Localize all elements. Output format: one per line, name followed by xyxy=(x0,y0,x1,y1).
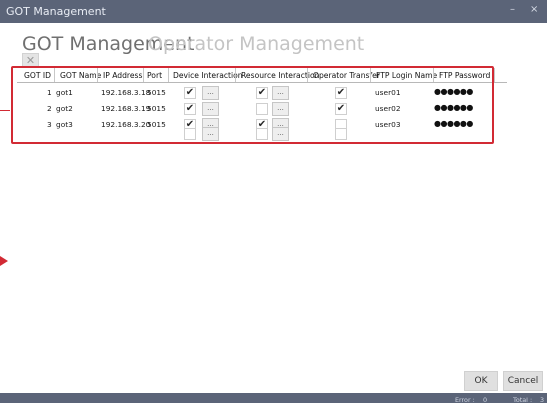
ftp-password-cell[interactable]: ●●●●●● xyxy=(434,103,473,112)
table-row[interactable]: 2 got2 192.168.3.19 5015 ✔ ... ... ✔ use… xyxy=(17,100,507,116)
column-divider xyxy=(307,68,308,82)
table-row[interactable]: 1 got1 192.168.3.18 5015 ✔ ... ✔ ... ✔ u… xyxy=(17,84,507,100)
ip-address-cell[interactable]: 192.168.3.18 xyxy=(101,88,150,97)
column-ftp-password[interactable]: FTP Password xyxy=(439,71,490,80)
ip-address-cell[interactable]: 192.168.3.19 xyxy=(101,104,150,113)
device-details-button[interactable]: ... xyxy=(202,86,219,100)
callout-arrow-icon xyxy=(0,256,8,266)
operator-transfer-checkbox[interactable]: ✔ xyxy=(335,103,347,115)
got-id-cell: 1 xyxy=(47,88,52,97)
title-bar: GOT Management – × xyxy=(0,0,547,23)
column-divider xyxy=(494,68,495,82)
callout-line xyxy=(0,110,10,111)
operator-transfer-checkbox[interactable]: ✔ xyxy=(335,87,347,99)
port-cell[interactable]: 5015 xyxy=(147,104,166,113)
device-interaction-checkbox[interactable]: ✔ xyxy=(184,103,196,115)
minimize-icon[interactable]: – xyxy=(510,4,515,15)
close-icon[interactable]: × xyxy=(530,4,538,15)
column-got-name[interactable]: GOT Name xyxy=(60,71,101,80)
tab-operator-management[interactable]: Operator Management xyxy=(148,33,364,55)
delete-button[interactable]: ✕ xyxy=(22,53,39,69)
resource-interaction-checkbox[interactable]: ✔ xyxy=(256,87,268,99)
got-name-cell[interactable]: got1 xyxy=(56,88,73,97)
resource-details-button[interactable]: ... xyxy=(272,127,289,141)
column-divider xyxy=(235,68,236,82)
column-divider xyxy=(54,68,55,82)
column-divider xyxy=(370,68,371,82)
ftp-password-cell[interactable]: ●●●●●● xyxy=(434,87,473,96)
resource-interaction-checkbox[interactable] xyxy=(256,103,268,115)
ftp-login-cell[interactable]: user01 xyxy=(375,88,401,97)
device-interaction-checkbox[interactable]: ✔ xyxy=(184,87,196,99)
column-divider xyxy=(143,68,144,82)
column-divider xyxy=(168,68,169,82)
table-header: GOT ID GOT Name IP Address Port Device I… xyxy=(17,68,507,83)
column-ftp-login-name[interactable]: FTP Login Name xyxy=(376,71,437,80)
resource-interaction-checkbox[interactable] xyxy=(256,128,268,140)
ok-button[interactable]: OK xyxy=(464,371,498,391)
column-device-interaction[interactable]: Device Interaction xyxy=(173,71,243,80)
new-table-row[interactable]: ... ... xyxy=(17,125,507,141)
operator-transfer-checkbox[interactable] xyxy=(335,128,347,140)
column-got-id[interactable]: GOT ID xyxy=(24,71,51,80)
column-port[interactable]: Port xyxy=(147,71,162,80)
column-divider xyxy=(97,68,98,82)
ftp-login-cell[interactable]: user02 xyxy=(375,104,401,113)
device-details-button[interactable]: ... xyxy=(202,127,219,141)
device-interaction-checkbox[interactable] xyxy=(184,128,196,140)
column-divider xyxy=(433,68,434,82)
port-cell[interactable]: 5015 xyxy=(147,88,166,97)
got-table: GOT ID GOT Name IP Address Port Device I… xyxy=(17,68,529,141)
got-id-cell: 2 xyxy=(47,104,52,113)
got-name-cell[interactable]: got2 xyxy=(56,104,73,113)
column-ip-address[interactable]: IP Address xyxy=(103,71,142,80)
resource-details-button[interactable]: ... xyxy=(272,102,289,116)
resource-details-button[interactable]: ... xyxy=(272,86,289,100)
window-title: GOT Management xyxy=(6,5,106,18)
device-details-button[interactable]: ... xyxy=(202,102,219,116)
cancel-button[interactable]: Cancel xyxy=(503,371,543,391)
